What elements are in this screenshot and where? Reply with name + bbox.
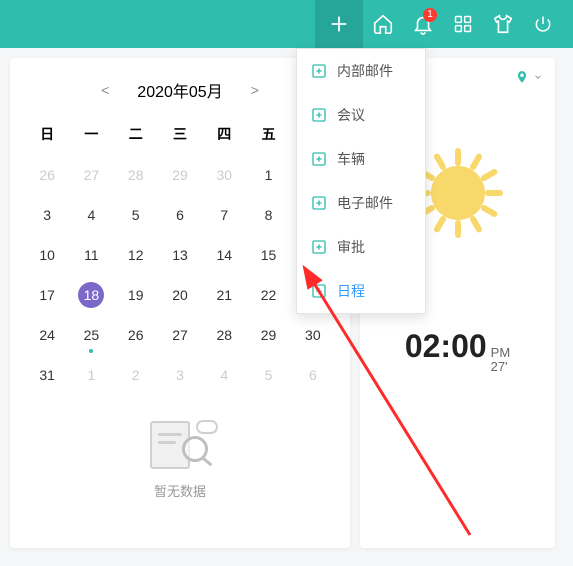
- home-icon: [372, 13, 394, 35]
- location-selector[interactable]: [515, 70, 543, 84]
- calendar-day[interactable]: 6: [158, 202, 202, 228]
- shirt-icon: [492, 13, 514, 35]
- calendar-day[interactable]: 27: [69, 162, 113, 188]
- dropdown-item-label: 日程: [337, 281, 365, 301]
- calendar-title: 2020年05月: [137, 78, 222, 102]
- dropdown-item[interactable]: 电子邮件: [297, 181, 425, 225]
- calendar-day[interactable]: 29: [158, 162, 202, 188]
- new-item-icon: [311, 283, 327, 299]
- calendar-grid: 日一二三四五六262728293012345678910111213141516…: [25, 120, 335, 388]
- calendar-day[interactable]: 14: [202, 242, 246, 268]
- calendar-day[interactable]: 4: [69, 202, 113, 228]
- dropdown-item-label: 电子邮件: [337, 193, 393, 213]
- theme-button[interactable]: [483, 0, 523, 48]
- calendar-day[interactable]: 1: [69, 362, 113, 388]
- calendar-prev[interactable]: <: [93, 82, 117, 98]
- calendar-day[interactable]: 15: [246, 242, 290, 268]
- calendar-day[interactable]: 6: [291, 362, 335, 388]
- calendar-day[interactable]: 20: [158, 282, 202, 308]
- apps-button[interactable]: [443, 0, 483, 48]
- calendar-day[interactable]: 29: [246, 322, 290, 348]
- notifications-button[interactable]: 1: [403, 0, 443, 48]
- dropdown-item[interactable]: 审批: [297, 225, 425, 269]
- new-item-icon: [311, 195, 327, 211]
- chevron-down-icon: [533, 72, 543, 82]
- location-pin-icon: [515, 70, 529, 84]
- apps-icon: [453, 14, 473, 34]
- calendar-day[interactable]: 1: [246, 162, 290, 188]
- calendar-day[interactable]: 30: [291, 322, 335, 348]
- clock-display: 02:00 PM 27': [370, 328, 545, 375]
- new-item-icon: [311, 239, 327, 255]
- calendar-day[interactable]: 28: [114, 162, 158, 188]
- calendar-day[interactable]: 19: [114, 282, 158, 308]
- calendar-next[interactable]: >: [243, 82, 267, 98]
- calendar-dow: 三: [158, 120, 202, 148]
- calendar-day[interactable]: 21: [202, 282, 246, 308]
- dropdown-item[interactable]: 日程: [297, 269, 425, 313]
- power-button[interactable]: [523, 0, 563, 48]
- calendar-dow: 二: [114, 120, 158, 148]
- add-button[interactable]: [315, 0, 363, 48]
- empty-state: 暂无数据: [25, 418, 335, 500]
- calendar-day[interactable]: 3: [25, 202, 69, 228]
- notification-badge: 1: [423, 8, 437, 22]
- calendar-day[interactable]: 11: [69, 242, 113, 268]
- empty-text: 暂无数据: [25, 481, 335, 500]
- calendar-day[interactable]: 25: [69, 322, 113, 348]
- calendar-day[interactable]: 7: [202, 202, 246, 228]
- calendar-day[interactable]: 8: [246, 202, 290, 228]
- dropdown-item-label: 审批: [337, 237, 365, 257]
- dropdown-item-label: 车辆: [337, 149, 365, 169]
- dropdown-item-label: 内部邮件: [337, 61, 393, 81]
- top-header: 1: [0, 0, 573, 48]
- plus-icon: [328, 13, 350, 35]
- calendar-day[interactable]: 27: [158, 322, 202, 348]
- dropdown-item[interactable]: 会议: [297, 93, 425, 137]
- calendar-day[interactable]: 10: [25, 242, 69, 268]
- dropdown-item[interactable]: 车辆: [297, 137, 425, 181]
- calendar-dow: 一: [69, 120, 113, 148]
- calendar-dow: 五: [246, 120, 290, 148]
- calendar-dow: 四: [202, 120, 246, 148]
- calendar-day[interactable]: 12: [114, 242, 158, 268]
- add-dropdown: 内部邮件会议车辆电子邮件审批日程: [296, 48, 426, 314]
- calendar-day[interactable]: 17: [25, 282, 69, 308]
- calendar-day[interactable]: 5: [246, 362, 290, 388]
- weather-temperature: 27': [491, 360, 511, 374]
- calendar-day[interactable]: 22: [246, 282, 290, 308]
- home-button[interactable]: [363, 0, 403, 48]
- calendar-header: < 2020年05月 >: [25, 78, 335, 102]
- calendar-day[interactable]: 13: [158, 242, 202, 268]
- new-item-icon: [311, 151, 327, 167]
- calendar-day[interactable]: 18: [78, 282, 104, 308]
- calendar-day[interactable]: 26: [25, 162, 69, 188]
- clock-time: 02:00: [405, 328, 487, 365]
- dropdown-item[interactable]: 内部邮件: [297, 49, 425, 93]
- dropdown-item-label: 会议: [337, 105, 365, 125]
- calendar-day[interactable]: 5: [114, 202, 158, 228]
- clock-meridiem: PM: [491, 346, 511, 360]
- new-item-icon: [311, 107, 327, 123]
- calendar-dow: 日: [25, 120, 69, 148]
- calendar-day[interactable]: 30: [202, 162, 246, 188]
- calendar-day[interactable]: 2: [114, 362, 158, 388]
- calendar-day[interactable]: 28: [202, 322, 246, 348]
- empty-illustration: [140, 418, 220, 473]
- calendar-day[interactable]: 24: [25, 322, 69, 348]
- calendar-day[interactable]: 26: [114, 322, 158, 348]
- calendar-day[interactable]: 3: [158, 362, 202, 388]
- calendar-day[interactable]: 31: [25, 362, 69, 388]
- calendar-day[interactable]: 4: [202, 362, 246, 388]
- sun-icon: [431, 166, 485, 220]
- new-item-icon: [311, 63, 327, 79]
- power-icon: [533, 14, 553, 34]
